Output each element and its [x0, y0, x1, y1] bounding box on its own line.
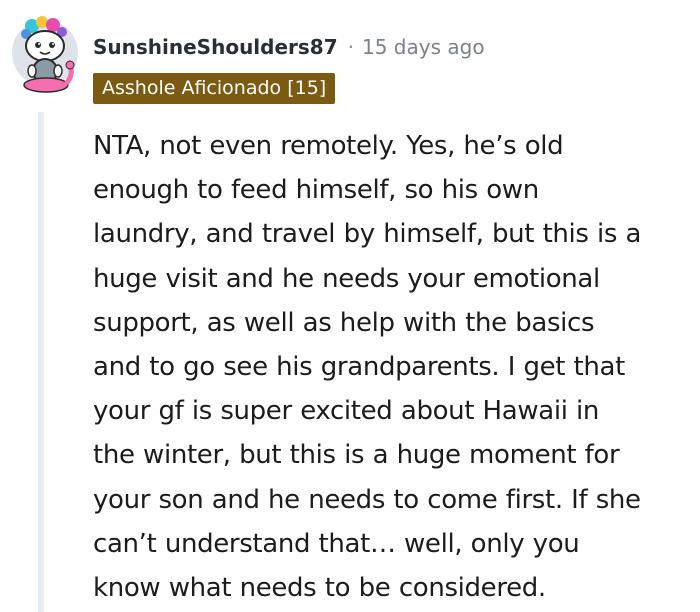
thread-collapse-line[interactable] — [38, 112, 44, 612]
meta-separator: · — [347, 35, 354, 59]
comment-header: SunshineShoulders87 · 15 days ago — [93, 31, 485, 63]
user-flair-badge: Asshole Aficionado [15] — [93, 73, 336, 104]
comment: SunshineShoulders87 · 15 days ago Asshol… — [0, 0, 700, 612]
comment-body-line: your son and he needs to come first. If … — [93, 484, 641, 515]
comment-body-line: enough to feed himself, so his own — [93, 175, 539, 206]
comment-body-line: huge visit and he needs your emotional — [93, 263, 600, 294]
user-avatar-icon[interactable] — [10, 16, 80, 96]
comment-body-line: the winter, but this is a huge moment fo… — [93, 440, 620, 471]
comment-body-line: can’t understand that… well, only you — [93, 528, 580, 559]
comment-timestamp[interactable]: 15 days ago — [362, 35, 485, 59]
comment-body: NTA, not even remotely. Yes, he’s old en… — [93, 124, 693, 610]
comment-body-line: laundry, and travel by himself, but this… — [93, 219, 642, 250]
comment-body-line: and to go see his grandparents. I get th… — [93, 352, 625, 383]
username-link[interactable]: SunshineShoulders87 — [93, 35, 338, 59]
comment-body-line: NTA, not even remotely. Yes, he’s old — [93, 131, 564, 161]
comment-body-line: support, as well as help with the basics — [93, 307, 595, 338]
comment-body-line: know what needs to be considered. — [93, 573, 546, 604]
comment-body-line: your gf is super excited about Hawaii in — [93, 396, 599, 427]
